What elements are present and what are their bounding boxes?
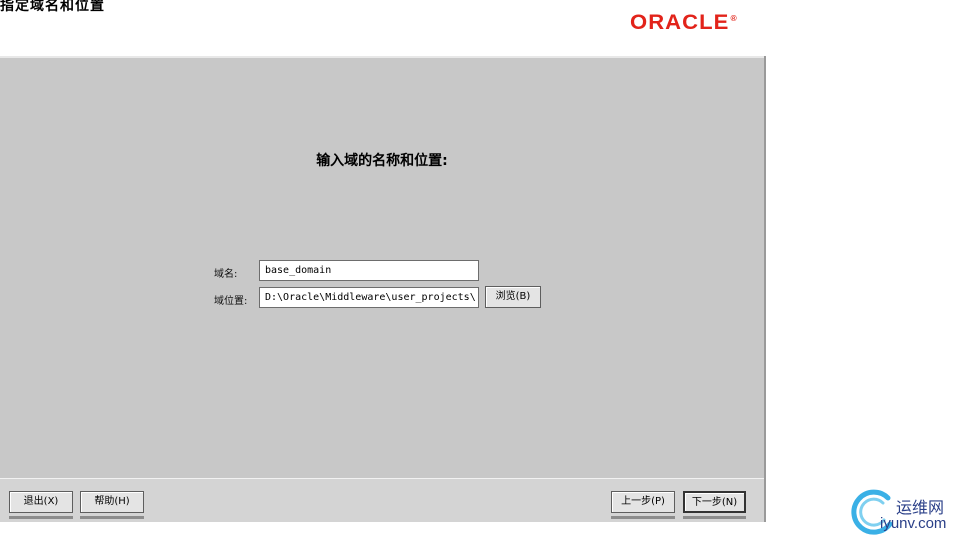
watermark: 运维网 iyunv.com — [850, 488, 960, 538]
window-edge — [764, 56, 766, 522]
domain-location-input[interactable]: D:\Oracle\Middleware\user_projects\ — [259, 287, 479, 308]
registered-mark: ® — [730, 14, 738, 23]
oracle-logo-text: ORACLE — [630, 11, 730, 34]
oracle-logo: ORACLE® — [630, 11, 738, 35]
previous-button[interactable]: 上一步(P) — [611, 491, 675, 513]
footer-bar: 退出(X) 帮助(H) 上一步(P) 下一步(N) — [0, 478, 764, 522]
domain-name-input[interactable]: base_domain — [259, 260, 479, 281]
main-panel: 输入域的名称和位置: 域名: base_domain 域位置: D:\Oracl… — [0, 56, 764, 478]
exit-button-shadow — [9, 516, 73, 519]
header: 指定域名和位置 ORACLE® — [0, 0, 764, 56]
watermark-url: iyunv.com — [880, 515, 947, 532]
browse-button[interactable]: 浏览(B) — [485, 286, 541, 308]
next-button-shadow — [683, 516, 746, 519]
page-title: 指定域名和位置 — [0, 0, 105, 14]
previous-button-shadow — [611, 516, 675, 519]
next-button[interactable]: 下一步(N) — [683, 491, 746, 513]
exit-button[interactable]: 退出(X) — [9, 491, 73, 513]
help-button-shadow — [80, 516, 144, 519]
domain-location-label: 域位置: — [214, 296, 248, 307]
domain-name-label: 域名: — [214, 269, 238, 280]
section-prompt: 输入域的名称和位置: — [316, 153, 448, 169]
help-button[interactable]: 帮助(H) — [80, 491, 144, 513]
